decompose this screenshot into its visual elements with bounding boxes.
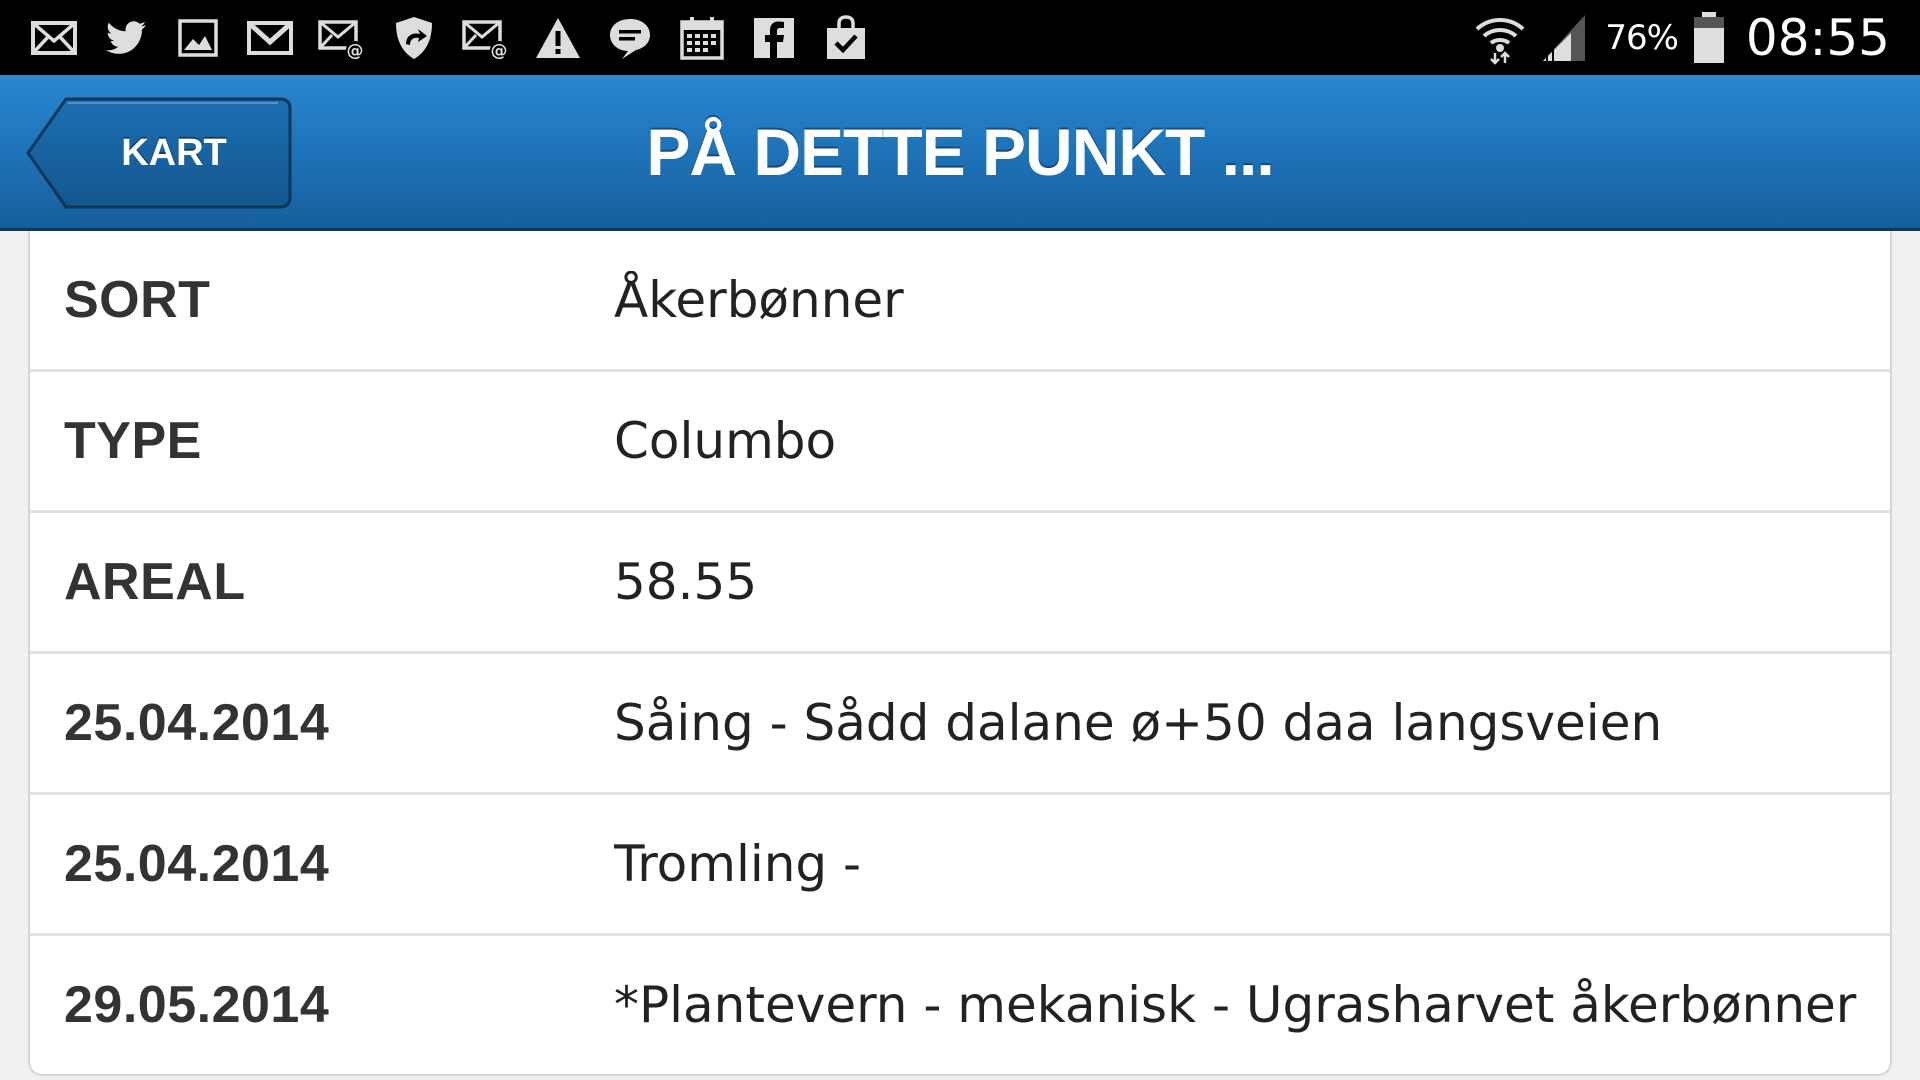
list-item: AREAL 58.55	[30, 513, 1890, 654]
shield-sync-icon	[388, 12, 440, 64]
detail-list: SORT Åkerbønner TYPE Columbo AREAL 58.55…	[28, 231, 1892, 1076]
gallery-icon	[172, 12, 224, 64]
list-item: 25.04.2014 Såing - Sådd dalane ø+50 daa …	[30, 654, 1890, 795]
app-header: KART PÅ DETTE PUNKT ...	[0, 75, 1920, 231]
gmail-icon	[244, 12, 296, 64]
twitter-icon	[100, 12, 152, 64]
svg-text:@: @	[347, 41, 364, 61]
status-bar: @ @ 76% 08:55	[0, 0, 1920, 75]
battery-icon	[1692, 11, 1726, 65]
wifi-icon	[1473, 11, 1527, 65]
calendar-icon	[676, 12, 728, 64]
email-at-icon: @	[316, 12, 368, 64]
system-icons: 76% 08:55	[1473, 8, 1890, 68]
battery-percent: 76%	[1605, 18, 1679, 58]
list-item: 25.04.2014 Tromling -	[30, 795, 1890, 936]
list-item: TYPE Columbo	[30, 372, 1890, 513]
svg-text:@: @	[491, 41, 508, 61]
email-icon	[28, 12, 80, 64]
notification-icons: @ @	[28, 10, 872, 66]
row-value: *Plantevern - mekanisk - Ugrasharvet åke…	[614, 976, 1857, 1034]
signal-icon	[1541, 11, 1591, 65]
back-button-label: KART	[121, 131, 227, 174]
list-item: SORT Åkerbønner	[30, 231, 1890, 372]
clock: 08:55	[1745, 9, 1890, 67]
row-key: 29.05.2014	[64, 976, 330, 1034]
row-key: 25.04.2014	[64, 694, 330, 752]
email-at-icon: @	[460, 12, 512, 64]
row-value: Columbo	[614, 412, 837, 470]
back-button-kart[interactable]: KART	[24, 95, 294, 211]
facebook-icon	[748, 12, 800, 64]
page-title: PÅ DETTE PUNKT ...	[646, 114, 1274, 189]
row-key: AREAL	[64, 553, 246, 611]
row-key: SORT	[64, 271, 211, 329]
row-key: 25.04.2014	[64, 835, 330, 893]
warning-icon	[532, 12, 584, 64]
message-icon	[604, 12, 656, 64]
row-value: Tromling -	[614, 835, 862, 893]
list-item: 29.05.2014 *Plantevern - mekanisk - Ugra…	[30, 936, 1890, 1074]
row-value: Åkerbønner	[614, 271, 904, 329]
row-value: Såing - Sådd dalane ø+50 daa langsveien	[614, 694, 1663, 752]
shopping-bag-check-icon	[820, 12, 872, 64]
row-key: TYPE	[64, 412, 202, 470]
row-value: 58.55	[614, 553, 758, 611]
